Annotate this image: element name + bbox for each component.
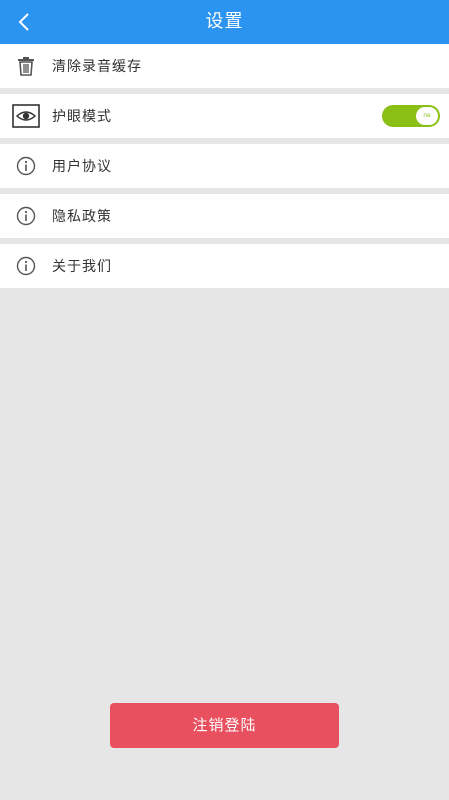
user-agreement-item[interactable]: 用户协议 — [0, 144, 449, 188]
settings-list: 清除录音缓存 护眼模式 ne 用户协议 隐私政策 关于我们 — [0, 44, 449, 288]
info-icon — [0, 194, 52, 238]
privacy-policy-item[interactable]: 隐私政策 — [0, 194, 449, 238]
logout-button[interactable]: 注销登陆 — [110, 703, 339, 748]
clear-cache-label: 清除录音缓存 — [52, 59, 142, 75]
top-app-bar: 设置 — [0, 0, 449, 44]
trash-icon — [0, 44, 52, 88]
clear-cache-item[interactable]: 清除录音缓存 — [0, 44, 449, 88]
eye-mode-item: 护眼模式 ne — [0, 94, 449, 138]
page-title: 设置 — [205, 11, 244, 32]
about-us-label: 关于我们 — [52, 259, 112, 275]
info-icon — [0, 144, 52, 188]
eye-mode-label: 护眼模式 — [52, 109, 112, 125]
eye-icon — [0, 94, 52, 138]
user-agreement-label: 用户协议 — [52, 159, 112, 175]
toggle-knob: ne — [416, 107, 438, 125]
eye-mode-toggle[interactable]: ne — [382, 105, 440, 127]
info-icon — [0, 244, 52, 288]
privacy-policy-label: 隐私政策 — [52, 209, 112, 225]
about-us-item[interactable]: 关于我们 — [0, 244, 449, 288]
